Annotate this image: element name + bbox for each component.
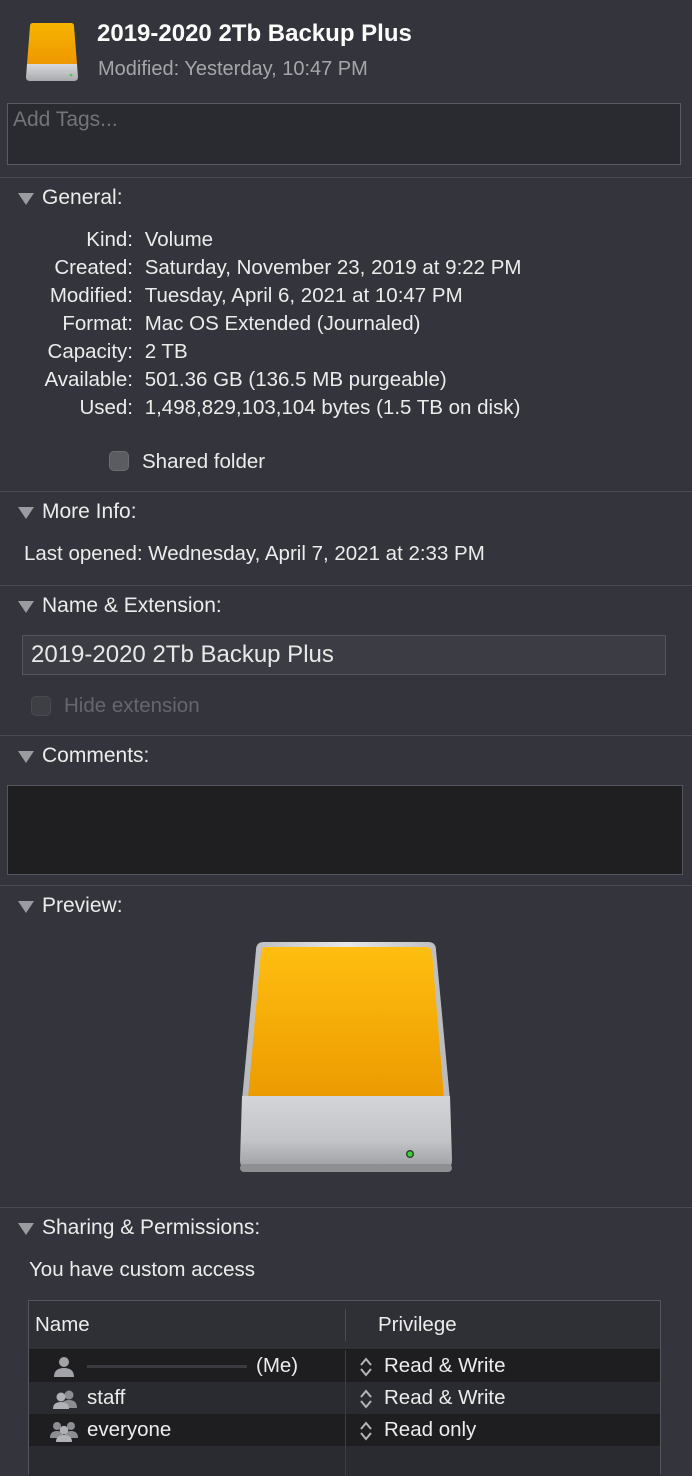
- info-value: 1,498,829,103,104 bytes (1.5 TB on disk): [144, 396, 521, 419]
- column-divider: [345, 1350, 346, 1382]
- hide-extension-label: Hide extension: [64, 694, 200, 717]
- info-row-kind: Kind: Volume: [0, 228, 213, 252]
- divider: [0, 885, 692, 886]
- column-divider: [345, 1446, 346, 1476]
- drive-preview-image: [236, 938, 456, 1178]
- section-preview-title[interactable]: Preview:: [42, 894, 123, 918]
- divider: [0, 735, 692, 736]
- stepper-arrows-icon[interactable]: [359, 1388, 373, 1415]
- access-status-text: You have custom access: [29, 1258, 256, 1281]
- last-opened-row: Last opened: Wednesday, April 7, 2021 at…: [24, 542, 485, 566]
- info-label: Modified:: [49, 284, 133, 307]
- table-row[interactable]: everyone Read only: [29, 1414, 660, 1446]
- column-header-privilege[interactable]: Privilege: [378, 1313, 457, 1337]
- name-input[interactable]: 2019-2020 2Tb Backup Plus: [22, 635, 666, 675]
- disclosure-triangle-icon[interactable]: [18, 507, 34, 519]
- info-label: Capacity:: [47, 340, 133, 363]
- column-divider: [345, 1309, 346, 1341]
- person-icon: [53, 1356, 75, 1383]
- table-row[interactable]: staff Read & Write: [29, 1382, 660, 1414]
- disclosure-triangle-icon[interactable]: [18, 193, 34, 205]
- shared-folder-label: Shared folder: [142, 450, 266, 473]
- info-row-available: Available: 501.36 GB (136.5 MB purgeable…: [0, 368, 447, 392]
- disclosure-triangle-icon[interactable]: [18, 901, 34, 913]
- table-empty-area: [29, 1446, 660, 1476]
- table-row[interactable]: (Me) Read & Write: [29, 1350, 660, 1382]
- info-row-format: Format: Mac OS Extended (Journaled): [0, 312, 420, 336]
- hide-extension-checkbox[interactable]: [31, 696, 51, 716]
- group-icon: [51, 1388, 79, 1415]
- info-row-used: Used: 1,498,829,103,104 bytes (1.5 TB on…: [0, 396, 520, 420]
- section-comments-title[interactable]: Comments:: [42, 744, 149, 768]
- permission-user-name: everyone: [87, 1418, 172, 1441]
- disclosure-triangle-icon[interactable]: [18, 1223, 34, 1235]
- info-value: Saturday, November 23, 2019 at 9:22 PM: [144, 256, 522, 279]
- modified-summary-label: Modified:: [98, 58, 180, 80]
- column-header-name[interactable]: Name: [35, 1313, 90, 1337]
- info-label: Format:: [62, 312, 133, 335]
- info-row-modified: Modified: Tuesday, April 6, 2021 at 10:4…: [0, 284, 463, 308]
- info-label: Used:: [79, 396, 133, 419]
- column-divider: [345, 1382, 346, 1414]
- divider: [0, 177, 692, 178]
- privilege-value[interactable]: Read & Write: [384, 1354, 506, 1378]
- privilege-value[interactable]: Read only: [384, 1418, 476, 1442]
- info-label: Created:: [54, 256, 133, 279]
- add-tags-field[interactable]: Add Tags...: [7, 103, 681, 165]
- last-opened-label: Last opened:: [24, 542, 143, 565]
- permission-user-name: (Me): [256, 1354, 299, 1377]
- permissions-table: Name Privilege (Me) Read & Write staff R…: [28, 1300, 661, 1476]
- table-header: Name Privilege: [29, 1301, 660, 1350]
- tags-placeholder: Add Tags...: [13, 108, 118, 131]
- section-general-title[interactable]: General:: [42, 186, 123, 210]
- shared-folder-checkbox[interactable]: [109, 451, 129, 471]
- section-more-info-title[interactable]: More Info:: [42, 500, 137, 524]
- permission-user-name: staff: [87, 1386, 126, 1409]
- section-name-extension-title[interactable]: Name & Extension:: [42, 594, 222, 618]
- everyone-icon: [49, 1420, 79, 1447]
- info-row-created: Created: Saturday, November 23, 2019 at …: [0, 256, 522, 280]
- info-value: Tuesday, April 6, 2021 at 10:47 PM: [144, 284, 463, 307]
- divider: [0, 1207, 692, 1208]
- redacted-username: [87, 1365, 247, 1368]
- info-value: Mac OS Extended (Journaled): [144, 312, 421, 335]
- file-title: 2019-2020 2Tb Backup Plus: [97, 20, 412, 47]
- info-value: Volume: [144, 228, 214, 251]
- section-sharing-permissions-title[interactable]: Sharing & Permissions:: [42, 1216, 260, 1240]
- column-divider: [345, 1414, 346, 1446]
- info-label: Kind:: [86, 228, 133, 251]
- info-value: 2 TB: [144, 340, 188, 363]
- divider: [0, 585, 692, 586]
- info-label: Available:: [44, 368, 133, 391]
- info-value: 501.36 GB (136.5 MB purgeable): [144, 368, 447, 391]
- disclosure-triangle-icon[interactable]: [18, 751, 34, 763]
- disclosure-triangle-icon[interactable]: [18, 601, 34, 613]
- drive-icon: [24, 22, 80, 84]
- comments-field[interactable]: [7, 785, 683, 875]
- stepper-arrows-icon[interactable]: [359, 1356, 373, 1383]
- modified-summary-value: Yesterday, 10:47 PM: [184, 58, 368, 80]
- privilege-value[interactable]: Read & Write: [384, 1386, 506, 1410]
- divider: [0, 491, 692, 492]
- name-input-value: 2019-2020 2Tb Backup Plus: [31, 641, 334, 668]
- modified-summary: Modified: Yesterday, 10:47 PM: [98, 58, 368, 81]
- info-row-capacity: Capacity: 2 TB: [0, 340, 188, 364]
- stepper-arrows-icon[interactable]: [359, 1420, 373, 1447]
- last-opened-value: Wednesday, April 7, 2021 at 2:33 PM: [148, 542, 485, 565]
